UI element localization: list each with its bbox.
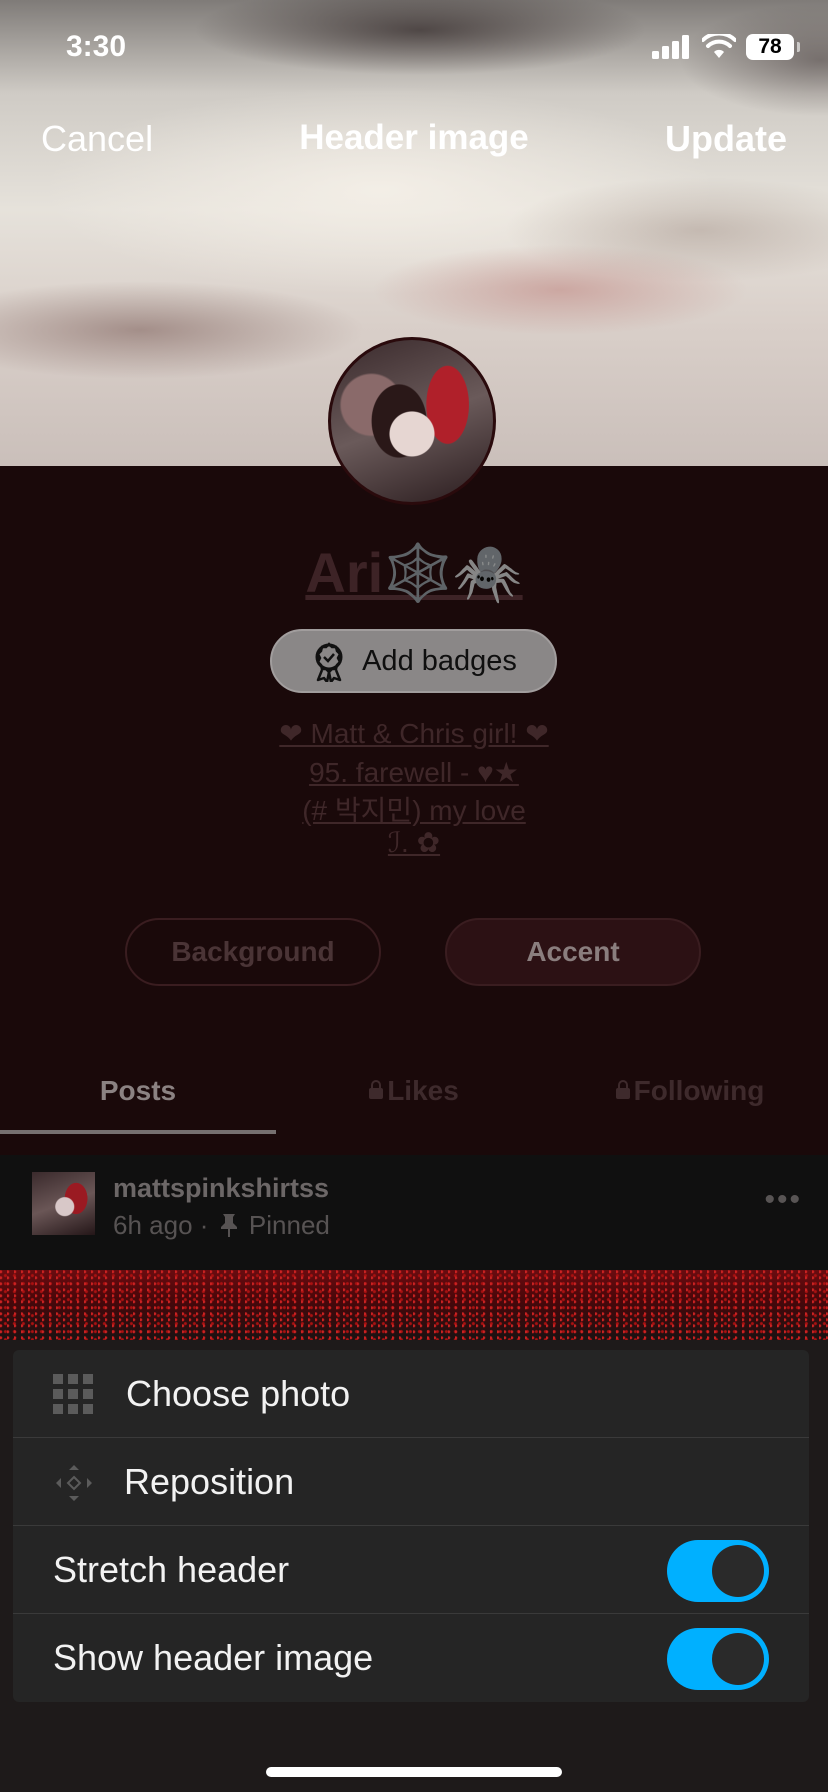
choose-photo-label: Choose photo: [126, 1373, 351, 1414]
home-indicator[interactable]: [266, 1767, 562, 1777]
post-meta: 6h ago · Pinned: [113, 1210, 330, 1241]
toggle-knob: [712, 1545, 764, 1597]
choose-photo-row[interactable]: Choose photo: [13, 1350, 809, 1438]
tab-likes[interactable]: Likes: [276, 1075, 552, 1107]
show-header-image-row: Show header image: [13, 1614, 809, 1702]
tab-likes-label: Likes: [387, 1075, 459, 1106]
lock-icon: [615, 1080, 630, 1099]
background-color-button[interactable]: Background: [125, 918, 381, 986]
tab-following-label: Following: [633, 1075, 765, 1106]
pinned-label: Pinned: [248, 1210, 330, 1240]
stretch-header-label: Stretch header: [53, 1549, 290, 1590]
reposition-label: Reposition: [124, 1461, 295, 1502]
badge-icon: [315, 642, 343, 682]
pin-icon: [220, 1214, 237, 1237]
post-avatar[interactable]: [32, 1172, 95, 1235]
stretch-header-toggle[interactable]: [667, 1540, 769, 1602]
more-options-icon[interactable]: •••: [764, 1183, 802, 1217]
post-time: 6h ago: [113, 1210, 193, 1240]
add-badges-label: Add badges: [362, 644, 517, 677]
move-icon: [56, 1465, 92, 1501]
toggle-knob: [712, 1633, 764, 1685]
lock-icon: [369, 1080, 384, 1099]
bio-line: ℐ. ✿: [387, 827, 441, 858]
nav-bar: Cancel Header image Update: [0, 112, 828, 168]
show-header-image-label: Show header image: [53, 1637, 374, 1678]
post-image: [0, 1270, 828, 1340]
status-bar: 3:30 78: [0, 0, 828, 100]
edit-header-screen: 3:30 78 Cancel Header image Update Ari🕸️…: [0, 0, 828, 1792]
show-header-image-toggle[interactable]: [667, 1628, 769, 1690]
update-button[interactable]: Update: [665, 118, 787, 160]
battery-level: 78: [758, 35, 782, 58]
cancel-button[interactable]: Cancel: [41, 118, 153, 160]
bio-line: (# 박지민) my love: [302, 795, 526, 826]
stretch-header-row: Stretch header: [13, 1526, 809, 1614]
tab-posts-label: Posts: [99, 1075, 177, 1106]
header-options-sheet: Choose photo Reposition Stretch header S…: [13, 1350, 809, 1702]
tab-following[interactable]: Following: [552, 1075, 828, 1107]
battery-icon: 78: [746, 34, 800, 60]
profile-name: Ari🕸️🕷️: [305, 541, 523, 604]
bio-line: 95. farewell - ♥★: [309, 757, 519, 788]
status-icons: 78: [652, 34, 800, 60]
add-badges-button[interactable]: Add badges: [270, 629, 557, 693]
reposition-row[interactable]: Reposition: [13, 1438, 809, 1526]
profile-tabs: Posts Likes Following: [0, 1063, 828, 1135]
post-header: mattspinkshirtss 6h ago · Pinned •••: [0, 1155, 828, 1270]
wifi-icon: [702, 34, 736, 58]
accent-color-button[interactable]: Accent: [445, 918, 701, 986]
post-username[interactable]: mattspinkshirtss: [113, 1173, 329, 1204]
meta-separator: ·: [199, 1210, 209, 1240]
bio-line: ❤ Matt & Chris girl! ❤: [279, 718, 549, 749]
tab-posts[interactable]: Posts: [0, 1075, 276, 1107]
tab-underline: [0, 1130, 276, 1134]
grid-icon: [53, 1374, 95, 1416]
avatar[interactable]: [328, 337, 496, 505]
signal-icon: [652, 35, 689, 59]
status-time: 3:30: [66, 30, 127, 63]
